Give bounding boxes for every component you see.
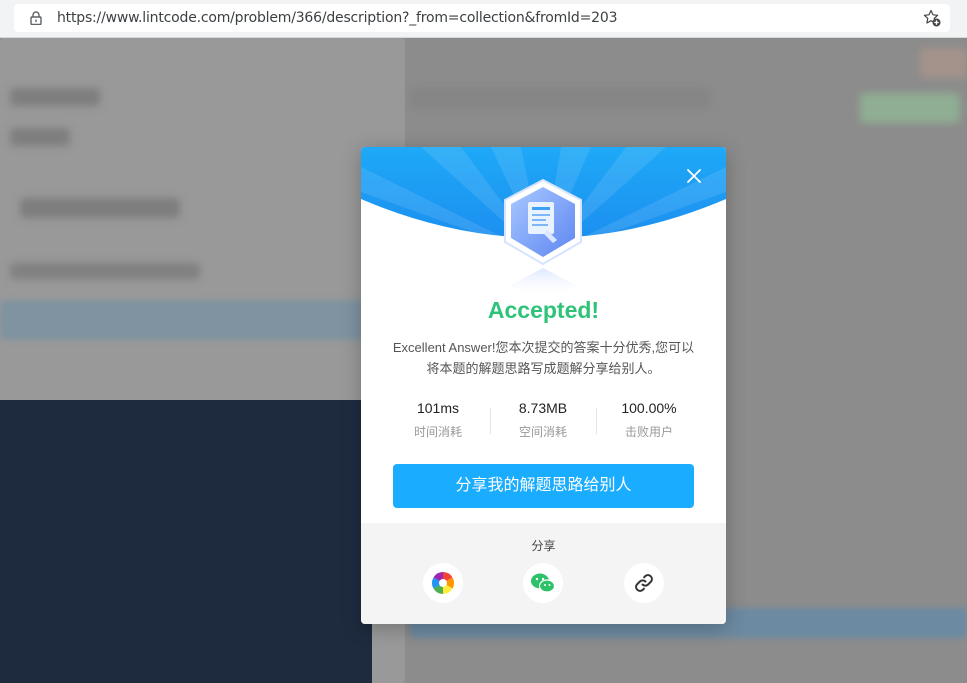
stat-time: 101ms 时间消耗 <box>383 400 493 440</box>
stat-memory-value: 8.73MB <box>518 400 568 416</box>
pinwheel-icon[interactable] <box>423 563 463 603</box>
link-icon[interactable] <box>624 563 664 603</box>
stat-time-value: 101ms <box>416 400 460 416</box>
stat-beat-value: 100.00% <box>621 400 677 416</box>
wechat-icon[interactable] <box>523 563 563 603</box>
share-solution-button[interactable]: 分享我的解题思路给别人 <box>393 464 694 508</box>
stat-memory: 8.73MB 空间消耗 <box>488 400 598 440</box>
stat-beat: 100.00% 击败用户 <box>594 400 704 440</box>
accepted-title: Accepted! <box>487 297 600 323</box>
share-footer: 分享 <box>361 523 726 624</box>
address-bar[interactable]: https://www.lintcode.com/problem/366/des… <box>14 4 950 32</box>
accepted-dialog: Accepted! Excellent Answer!您本次提交的答案十分优秀,… <box>361 147 726 624</box>
accepted-description: Excellent Answer!您本次提交的答案十分优秀,您可以将本题的解题思… <box>392 340 695 376</box>
stat-time-label: 时间消耗 <box>413 425 462 439</box>
lock-icon <box>30 11 42 25</box>
close-icon[interactable] <box>683 165 705 187</box>
stat-beat-label: 击败用户 <box>624 425 673 439</box>
browser-toolbar: https://www.lintcode.com/problem/366/des… <box>0 0 967 38</box>
result-stats: 101ms 时间消耗 8.73MB 空间消耗 100.00% 击败用户 <box>361 400 726 444</box>
accepted-badge-icon <box>504 178 582 298</box>
stat-memory-label: 空间消耗 <box>518 425 567 439</box>
add-favorite-icon[interactable] <box>922 8 942 28</box>
share-label: 分享 <box>531 539 556 553</box>
url-text[interactable]: https://www.lintcode.com/problem/366/des… <box>57 10 617 26</box>
